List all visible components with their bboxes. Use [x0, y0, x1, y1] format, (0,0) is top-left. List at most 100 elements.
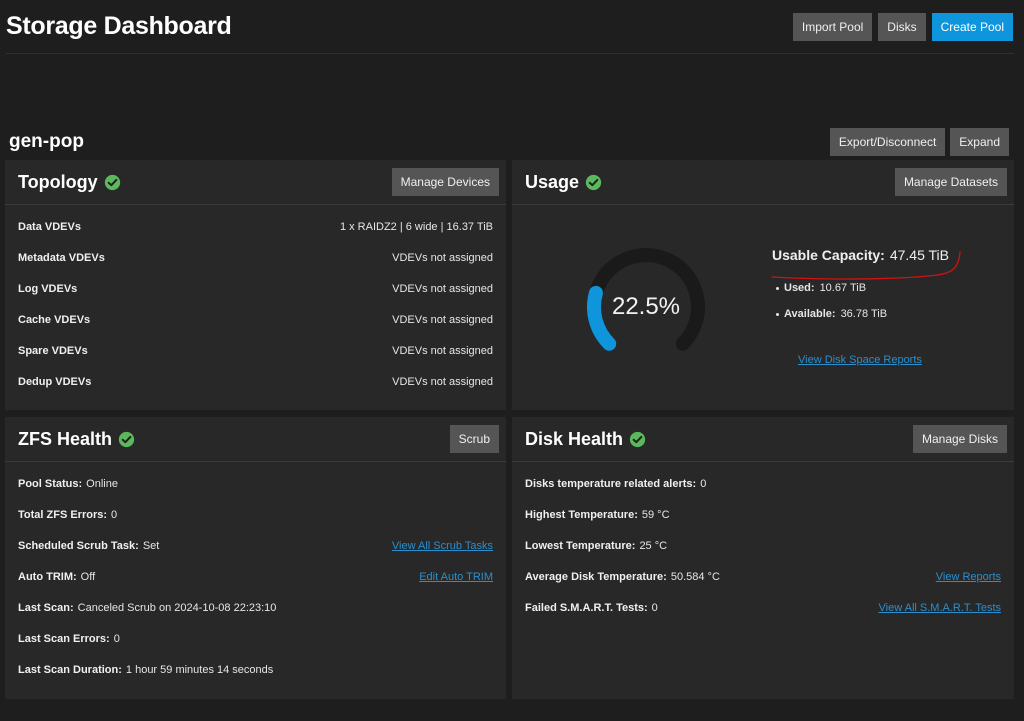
disk-health-card-header: Disk Health Manage Disks	[512, 417, 1014, 462]
usage-card: Usage Manage Datasets 22.5% Usable Capac…	[512, 160, 1014, 410]
view-disk-space-reports-link[interactable]: View Disk Space Reports	[798, 354, 922, 366]
row-label: Disks temperature related alerts:	[525, 478, 697, 490]
row-label: Log VDEVs	[18, 283, 78, 295]
row-label: Pool Status:	[18, 478, 83, 490]
row-pair: Highest Temperature: 59 °C	[525, 509, 670, 521]
header-divider	[6, 53, 1014, 54]
row-value: Online	[86, 478, 118, 490]
topology-row: Log VDEVs VDEVs not assigned	[18, 283, 493, 295]
zfs-health-title-text: ZFS Health	[18, 428, 113, 449]
zfs-row: Scheduled Scrub Task: Set View All Scrub T…	[18, 540, 493, 552]
zfs-row: Auto TRIM: Off Edit Auto TRIM	[18, 571, 493, 583]
disk-health-row: Lowest Temperature: 25 °C	[525, 540, 1001, 552]
disks-button[interactable]: Disks	[878, 13, 926, 41]
row-label: Last Scan Duration:	[18, 664, 122, 676]
used-value: 10.67 TiB	[819, 282, 867, 294]
topology-row: Spare VDEVs VDEVs not assigned	[18, 345, 493, 357]
zfs-health-card: ZFS Health Scrub Pool Status: Online Tota…	[5, 417, 506, 699]
row-label: Failed S.M.A.R.T. Tests:	[525, 602, 648, 614]
row-value: 0	[113, 633, 120, 645]
red-underline-annotation	[771, 251, 961, 280]
used-label: Used:	[784, 282, 815, 294]
topology-row: Data VDEVs 1 x RAIDZ2 | 6 wide | 16.37 Ti…	[18, 221, 493, 233]
edit-auto-trim-link[interactable]: Edit Auto TRIM	[419, 571, 493, 583]
disk-health-title: Disk Health	[525, 429, 646, 450]
row-label: Cache VDEVs	[18, 314, 91, 326]
zfs-health-card-header: ZFS Health Scrub	[5, 417, 506, 462]
usage-percent: 22.5%	[611, 293, 681, 320]
row-pair: Last Scan Duration: 1 hour 59 minutes 14 …	[18, 664, 273, 676]
row-pair: Lowest Temperature: 25 °C	[525, 540, 667, 552]
row-label: Auto TRIM:	[18, 571, 77, 583]
export-disconnect-button[interactable]: Export/Disconnect	[829, 128, 946, 156]
row-value: Set	[142, 540, 160, 552]
expand-button[interactable]: Expand	[950, 128, 1009, 156]
row-value: 0	[651, 602, 658, 614]
zfs-row: Last Scan Errors: 0	[18, 633, 493, 645]
header-actions: Import Pool Disks Create Pool	[792, 13, 1013, 41]
row-label: Last Scan:	[18, 602, 74, 614]
topology-card: Topology Manage Devices Data VDEVs 1 x RA…	[5, 160, 506, 410]
row-label: Scheduled Scrub Task:	[18, 540, 139, 552]
disk-health-row: Average Disk Temperature: 50.584 °C View R…	[525, 571, 1001, 583]
topology-row: Dedup VDEVs VDEVs not assigned	[18, 376, 493, 388]
row-label: Spare VDEVs	[18, 345, 88, 357]
scrub-button[interactable]: Scrub	[449, 425, 499, 453]
row-value: 0	[700, 478, 707, 490]
row-label: Average Disk Temperature:	[525, 571, 667, 583]
row-pair: Total ZFS Errors: 0	[18, 509, 117, 521]
row-label: Last Scan Errors:	[18, 633, 110, 645]
row-value: VDEVs not assigned	[392, 283, 493, 295]
available-label: Available:	[784, 308, 836, 320]
check-circle-icon	[629, 431, 646, 447]
row-value: VDEVs not assigned	[392, 252, 493, 264]
row-pair: Pool Status: Online	[18, 478, 118, 490]
view-all-scrub-tasks-link[interactable]: View All Scrub Tasks	[392, 540, 493, 552]
row-label: Metadata VDEVs	[18, 252, 105, 264]
zfs-health-title: ZFS Health	[18, 429, 135, 450]
row-value: 1 x RAIDZ2 | 6 wide | 16.37 TiB	[339, 221, 493, 233]
row-value: Canceled Scrub on 2024-10-08 22:23:10	[77, 602, 277, 614]
view-reports-link[interactable]: View Reports	[936, 571, 1001, 583]
row-label: Data VDEVs	[18, 221, 81, 233]
import-pool-button[interactable]: Import Pool	[792, 13, 873, 41]
page-title: Storage Dashboard	[6, 12, 232, 40]
row-pair: Disks temperature related alerts: 0	[525, 478, 706, 490]
disk-health-row: Highest Temperature: 59 °C	[525, 509, 1001, 521]
check-circle-icon	[118, 431, 135, 447]
topology-row: Cache VDEVs VDEVs not assigned	[18, 314, 493, 326]
pool-name: gen-pop	[9, 131, 84, 152]
row-value: 59 °C	[641, 509, 670, 521]
row-pair: Average Disk Temperature: 50.584 °C	[525, 571, 720, 583]
manage-datasets-button[interactable]: Manage Datasets	[894, 168, 1007, 196]
view-all-smart-tests-link[interactable]: View All S.M.A.R.T. Tests	[879, 602, 1001, 614]
row-pair: Scheduled Scrub Task: Set	[18, 540, 159, 552]
row-label: Total ZFS Errors:	[18, 509, 108, 521]
topology-row: Metadata VDEVs VDEVs not assigned	[18, 252, 493, 264]
available-stat: Available: 36.78 TiB	[775, 308, 888, 320]
row-pair: Last Scan: Canceled Scrub on 2024-10-08 2…	[18, 602, 276, 614]
disk-health-row: Disks temperature related alerts: 0	[525, 478, 1001, 490]
row-pair: Last Scan Errors: 0	[18, 633, 120, 645]
row-value: 1 hour 59 minutes 14 seconds	[125, 664, 274, 676]
create-pool-button[interactable]: Create Pool	[931, 13, 1013, 41]
disk-health-card: Disk Health Manage Disks Disks temperatu…	[512, 417, 1014, 699]
usage-card-header: Usage Manage Datasets	[512, 160, 1014, 205]
usage-title: Usage	[525, 172, 602, 193]
manage-devices-button[interactable]: Manage Devices	[391, 168, 499, 196]
row-pair: Failed S.M.A.R.T. Tests: 0	[525, 602, 658, 614]
zfs-row: Total ZFS Errors: 0	[18, 509, 493, 521]
check-circle-icon	[585, 174, 602, 190]
usage-title-text: Usage	[525, 171, 580, 192]
row-label: Highest Temperature:	[525, 509, 638, 521]
topology-card-header: Topology Manage Devices	[5, 160, 506, 205]
available-value: 36.78 TiB	[840, 308, 888, 320]
used-stat: Used: 10.67 TiB	[775, 282, 867, 294]
manage-disks-button[interactable]: Manage Disks	[912, 425, 1007, 453]
row-value: Off	[80, 571, 96, 583]
row-value: 50.584 °C	[670, 571, 720, 583]
topology-title-text: Topology	[18, 171, 98, 192]
zfs-row: Pool Status: Online	[18, 478, 493, 490]
topology-title: Topology	[18, 172, 121, 193]
row-label: Dedup VDEVs	[18, 376, 92, 388]
